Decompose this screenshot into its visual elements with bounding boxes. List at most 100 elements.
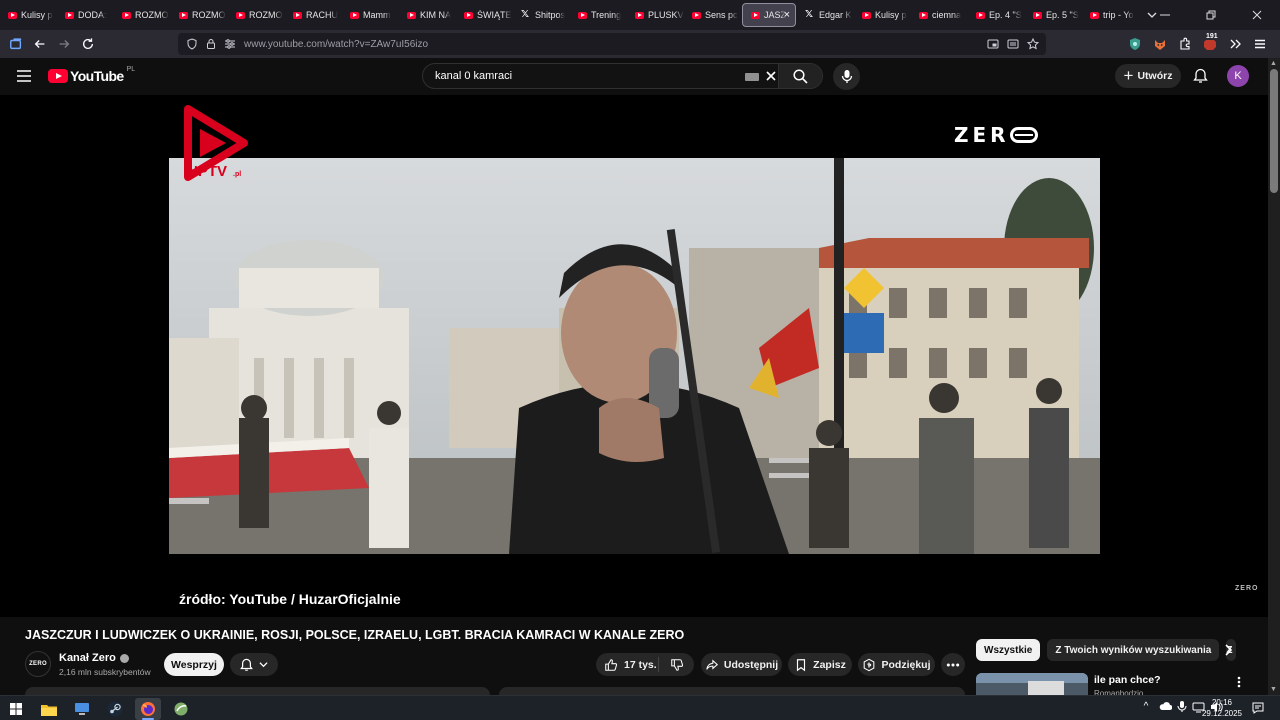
taskbar-remote-desktop[interactable] — [69, 698, 95, 720]
browser-tab[interactable]: ROZMO — [171, 3, 228, 27]
scroll-down-icon[interactable]: ▼ — [1270, 686, 1277, 693]
browser-tab[interactable]: 𝕏 Shitpos — [513, 3, 570, 27]
show-hidden-icons-icon[interactable]: ^ — [1139, 701, 1153, 712]
browser-tab[interactable]: Mamm — [342, 3, 399, 27]
taskbar-file-explorer[interactable] — [36, 698, 62, 720]
restore-button[interactable] — [1188, 0, 1234, 30]
vpn-extension-icon[interactable] — [1123, 32, 1147, 56]
keyboard-icon[interactable] — [745, 73, 759, 81]
adblock-extension-icon[interactable]: 191 — [1198, 32, 1222, 56]
youtube-logo[interactable]: YouTube PL — [48, 66, 135, 84]
back-button[interactable] — [28, 32, 52, 56]
start-button[interactable] — [3, 698, 29, 720]
onedrive-icon[interactable] — [1159, 700, 1172, 713]
secondary-panel — [499, 687, 965, 695]
share-label: Udostępnij — [723, 658, 779, 671]
restore-icon — [1206, 10, 1216, 20]
guide-menu-button[interactable] — [14, 66, 34, 86]
chips-next-button[interactable] — [1218, 640, 1238, 660]
browser-tab[interactable]: ŚWIĄTE — [456, 3, 513, 27]
thanks-button[interactable]: Podziękuj — [858, 653, 935, 676]
close-tab-icon[interactable]: × — [784, 9, 790, 21]
related-filter-chips: Wszystkie Z Twoich wyników wyszukiwania … — [976, 639, 1237, 661]
browser-tab[interactable]: ROZMO — [114, 3, 171, 27]
windows-taskbar: ^ 20:16 29.12.2025 — [0, 695, 1280, 720]
browser-tab[interactable]: ciemna — [911, 3, 968, 27]
recommended-video-title[interactable]: ile pan chce? — [1094, 674, 1161, 686]
browser-tab-label: Ep. 4 "S — [989, 10, 1022, 20]
permissions-icon[interactable] — [222, 36, 238, 52]
youtube-icon — [976, 11, 985, 19]
browser-tab[interactable]: RACHU — [285, 3, 342, 27]
voice-search-button[interactable] — [833, 63, 860, 90]
create-button[interactable]: + Utwórz — [1115, 64, 1181, 88]
picture-in-picture-icon[interactable] — [986, 36, 1000, 52]
like-count: 17 tys. — [624, 658, 657, 671]
more-actions-button[interactable] — [941, 653, 965, 676]
fox-extension-icon[interactable] — [1148, 32, 1172, 56]
page-scrollbar[interactable]: ▲ ▼ — [1268, 58, 1280, 695]
browser-tab[interactable]: ROZMO — [228, 3, 285, 27]
browser-tab-active[interactable]: JASZ × — [742, 3, 796, 27]
recommended-video-menu-button[interactable] — [1231, 673, 1247, 691]
search-button[interactable] — [778, 64, 822, 88]
bookmark-star-icon[interactable] — [1026, 36, 1040, 52]
taskbar-firefox[interactable] — [135, 698, 161, 720]
minimize-button[interactable] — [1142, 0, 1188, 30]
chip-from-search[interactable]: Z Twoich wyników wyszukiwania — [1047, 639, 1220, 661]
address-bar[interactable]: www.youtube.com/watch?v=ZAw7uI56izo — [178, 33, 1046, 55]
browser-tab[interactable]: Sens pc — [684, 3, 741, 27]
search-input[interactable]: kanal 0 kamraci — [435, 70, 512, 82]
lock-icon[interactable] — [203, 36, 219, 52]
video-player[interactable]: NPTV .pl ZER źródło: YouTube / HuzarOfic… — [0, 95, 1268, 617]
channel-avatar[interactable]: ZERO — [25, 651, 51, 677]
subscription-notification-button[interactable] — [230, 653, 278, 676]
tracking-protection-icon[interactable] — [184, 36, 200, 52]
save-button[interactable]: Zapisz — [788, 653, 852, 676]
dislike-button[interactable] — [659, 658, 694, 672]
browser-tab[interactable]: Kulisy p — [0, 3, 57, 27]
youtube-icon — [751, 11, 760, 19]
scroll-up-icon[interactable]: ▲ — [1270, 60, 1277, 67]
taskbar-other-app[interactable] — [168, 698, 194, 720]
browser-tab[interactable]: Trening — [570, 3, 627, 27]
support-button[interactable]: Wesprzyj — [164, 653, 224, 676]
taskbar-steam[interactable] — [102, 698, 128, 720]
microphone-icon[interactable] — [1177, 700, 1187, 713]
taskbar-clock[interactable]: 20:16 29.12.2025 — [1198, 697, 1246, 719]
chip-all[interactable]: Wszystkie — [976, 639, 1041, 661]
browser-tab[interactable]: Kulisy p — [854, 3, 911, 27]
browser-tab[interactable]: PLUSKV — [627, 3, 684, 27]
reader-view-icon[interactable] — [1006, 36, 1020, 52]
description-box[interactable] — [25, 687, 490, 695]
browser-tab[interactable]: DODA: — [57, 3, 114, 27]
channel-name-link[interactable]: Kanał Zero — [59, 652, 129, 664]
reload-button[interactable] — [76, 32, 100, 56]
video-frame[interactable] — [169, 158, 1100, 554]
account-avatar[interactable]: K — [1227, 65, 1249, 87]
clear-search-button[interactable] — [763, 68, 779, 84]
browser-tab[interactable]: KIM NA — [399, 3, 456, 27]
close-window-button[interactable] — [1234, 0, 1280, 30]
recommended-video-thumbnail[interactable] — [976, 673, 1088, 695]
overflow-menu-icon[interactable] — [1223, 32, 1247, 56]
notifications-button[interactable] — [1190, 66, 1210, 86]
like-button[interactable]: 17 tys. — [596, 657, 659, 672]
x-icon: 𝕏 — [805, 9, 814, 20]
browser-tab[interactable]: trip - Yo — [1082, 3, 1139, 27]
thumbs-down-icon — [670, 658, 683, 671]
browser-tab[interactable]: Ep. 4 "S — [968, 3, 1025, 27]
browser-tab[interactable]: Ep. 5 "S — [1025, 3, 1082, 27]
sidebar-toggle-button[interactable] — [4, 32, 28, 56]
nptv-logo-text: NPTV — [187, 163, 227, 180]
share-button[interactable]: Udostępnij — [701, 653, 782, 676]
app-menu-icon[interactable] — [1248, 32, 1272, 56]
scrollbar-thumb[interactable] — [1270, 69, 1278, 193]
notification-center-button[interactable] — [1251, 701, 1265, 715]
browser-tab-label: ciemna — [932, 10, 962, 20]
forward-button[interactable] — [52, 32, 76, 56]
browser-tab-label: PLUSKV — [648, 10, 684, 20]
browser-tab[interactable]: 𝕏 Edgar K — [797, 3, 854, 27]
browser-tab-label: Kulisy p — [21, 10, 53, 20]
extensions-icon[interactable] — [1173, 32, 1197, 56]
